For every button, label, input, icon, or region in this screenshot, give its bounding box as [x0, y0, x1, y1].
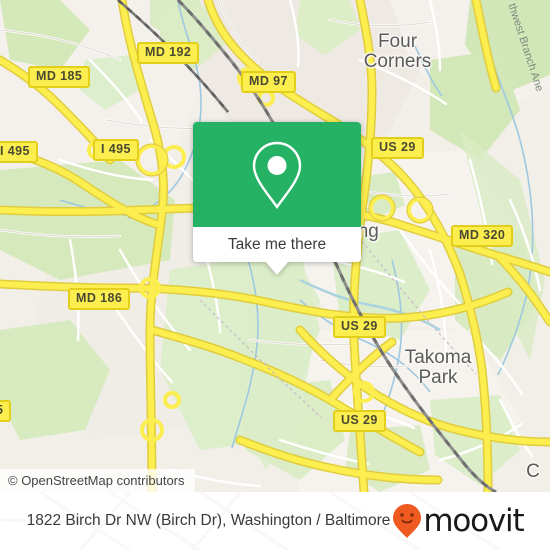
popup-body: Take me there: [193, 122, 361, 262]
shield-md-192: MD 192: [137, 42, 200, 64]
take-me-there-button[interactable]: Take me there: [193, 227, 361, 262]
shield-us-29-south: US 29: [333, 410, 386, 432]
footer-bar: 1822 Birch Dr NW (Birch Dr), Washington …: [0, 492, 550, 550]
popup-tail: [265, 261, 289, 275]
moovit-wordmark: moovit: [423, 502, 524, 539]
destination-popup[interactable]: Take me there: [193, 122, 361, 275]
shield-md-185: MD 185: [28, 66, 91, 88]
shield-md-320: MD 320: [451, 225, 514, 247]
moovit-logo[interactable]: moovit: [392, 502, 525, 539]
shield-us-29-north: US 29: [371, 137, 424, 159]
shield-us-29-mid: US 29: [333, 316, 386, 338]
shield-i-495-south: I 495: [93, 139, 139, 161]
osm-attribution[interactable]: © OpenStreetMap contributors: [0, 469, 195, 492]
destination-address: 1822 Birch Dr NW (Birch Dr), Washington …: [26, 512, 391, 529]
screenshot-root: Four Corners Silver Spring Takoma Park C…: [0, 0, 550, 550]
shield-i-495-clipped: 5: [0, 400, 12, 422]
map-canvas[interactable]: Four Corners Silver Spring Takoma Park C…: [0, 0, 550, 492]
shield-md-97: MD 97: [241, 71, 296, 93]
footer-content: 1822 Birch Dr NW (Birch Dr), Washington …: [0, 492, 550, 550]
popup-placeholder-image: [193, 122, 361, 227]
moovit-smiley-pin-icon: [393, 504, 422, 538]
shield-md-186: MD 186: [68, 288, 131, 310]
map-pin-icon: [252, 141, 302, 209]
shield-i-495-west: I 495: [0, 141, 38, 163]
